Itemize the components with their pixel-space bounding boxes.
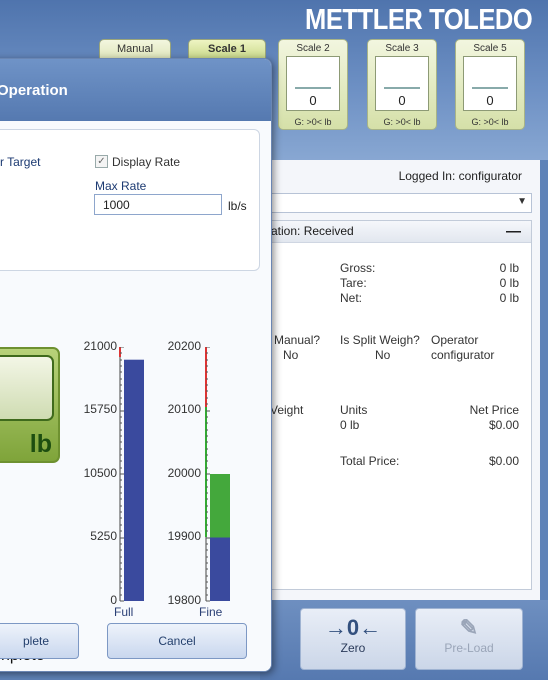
net-label: Net: — [340, 291, 363, 305]
split-weigh-value: No — [375, 348, 391, 362]
max-rate-label: Max Rate — [95, 179, 147, 193]
dropdown-arrow-icon: ▼ — [517, 196, 527, 207]
net-price-label: Net Price — [469, 403, 519, 417]
scale-screen: 0 — [463, 56, 517, 111]
scale-value: 0 — [398, 93, 406, 108]
units-label: Units — [340, 403, 368, 417]
scale-card-2[interactable]: Scale 2 0 G: >0< lb — [278, 39, 348, 130]
gauge-tick: 20100 — [167, 402, 201, 416]
tare-value: 0 lb — [499, 276, 519, 290]
max-rate-input[interactable] — [94, 194, 222, 215]
manual-label: Manual? — [274, 333, 321, 347]
bottom-toolbar: →0← Zero ✎ Pre-Load — [260, 600, 548, 680]
manual-value: No — [283, 348, 299, 362]
weight-display: lb — [0, 347, 60, 463]
operator-label: Operator — [431, 333, 479, 347]
display-rate-label: Display Rate — [112, 155, 181, 169]
gross-label: Gross: — [340, 261, 376, 275]
rate-unit-label: lb/s — [228, 199, 247, 213]
transaction-panel: Logged In: configurator ▼ ation: Receive… — [260, 160, 540, 600]
tare-label: Tare: — [340, 276, 367, 290]
scale-footer: G: >0< lb — [471, 117, 509, 127]
transaction-select[interactable]: ▼ — [260, 193, 532, 213]
scale-bar — [295, 87, 331, 89]
gauge-tick: 19800 — [167, 593, 201, 607]
dialog-body: r Target ✓ Display Rate Max Rate lb/s lb… — [0, 121, 271, 671]
full-gauge-fill — [124, 359, 144, 601]
net-value: 0 lb — [499, 291, 519, 305]
full-gauge-bar — [119, 347, 144, 602]
brand-logo: METTLER TOLEDO — [305, 4, 533, 36]
target-label: r Target — [0, 155, 41, 169]
gauge-tick: 5250 — [90, 529, 117, 543]
gauge-tick: 21000 — [83, 339, 117, 353]
total-price-label: Total Price: — [340, 454, 400, 468]
complete-button[interactable]: plete — [0, 623, 79, 659]
gauge-tick: 0 — [110, 593, 117, 607]
logged-in-label: Logged In: configurator — [398, 169, 522, 183]
scale-screen: 0 — [375, 56, 429, 111]
scale-footer: G: >0< lb — [383, 117, 421, 127]
info-header: ation: Received — — [261, 221, 531, 243]
full-gauge-label: Full — [114, 605, 134, 619]
preload-button-label: Pre-Load — [444, 641, 494, 655]
cancel-button[interactable]: Cancel — [107, 623, 247, 659]
fine-gauge-label: Fine — [199, 605, 223, 619]
scale-name: Scale 3 — [385, 43, 419, 54]
operation-dialog: Operation r Target ✓ Display Rate Max Ra… — [0, 58, 272, 672]
scale-card-3[interactable]: Scale 3 0 G: >0< lb — [367, 39, 437, 130]
scale-name: Scale 5 — [473, 43, 507, 54]
fine-gauge-bar — [205, 347, 230, 602]
clipboard-check-icon: ✎ — [459, 615, 479, 640]
scale-card-5[interactable]: Scale 5 0 G: >0< lb — [455, 39, 525, 130]
fine-gauge-fill-blue — [210, 537, 230, 601]
scale-bar — [384, 87, 420, 89]
weight-unit-label: lb — [29, 430, 52, 458]
scale-value: 0 — [309, 93, 317, 108]
total-price-value: $0.00 — [488, 454, 519, 468]
rate-settings-box: r Target ✓ Display Rate Max Rate lb/s — [0, 129, 260, 271]
fine-gauge: 20200 20100 20000 19900 19800 Fine — [168, 339, 261, 632]
weight-label: Veight — [270, 403, 304, 417]
zero-icon: →0← — [324, 615, 382, 640]
scale-bar — [472, 87, 508, 89]
gauge-tick: 20200 — [167, 339, 201, 353]
gauge-tick: 19900 — [167, 529, 201, 543]
scale-screen: 0 — [286, 56, 340, 111]
fine-gauge-fill-green — [210, 474, 230, 538]
scale-value: 0 — [486, 93, 494, 108]
scale-footer: G: >0< lb — [294, 117, 332, 127]
preload-button[interactable]: ✎ Pre-Load — [415, 608, 523, 670]
weight-display-screen — [0, 355, 54, 421]
gauge-tick: 20000 — [167, 466, 201, 480]
net-price-value: $0.00 — [488, 418, 519, 432]
dialog-title: Operation — [0, 59, 271, 121]
zero-button-label: Zero — [340, 641, 366, 655]
units-value: 0 lb — [340, 418, 360, 432]
gross-value: 0 lb — [499, 261, 519, 275]
full-gauge: 21000 15750 10500 5250 0 Full — [69, 339, 159, 632]
operator-value: configurator — [431, 348, 495, 362]
tab-scale-1[interactable]: Scale 1 — [188, 39, 266, 59]
tab-manual[interactable]: Manual — [99, 39, 171, 59]
scale-name: Scale 2 — [296, 43, 330, 54]
gauge-tick: 15750 — [83, 402, 117, 416]
split-weigh-label: Is Split Weigh? — [340, 333, 420, 347]
transaction-info-box: ation: Received — Gross: 0 lb Tare: 0 lb… — [260, 220, 532, 590]
collapse-icon[interactable]: — — [506, 221, 521, 242]
display-rate-checkbox[interactable]: ✓ — [95, 155, 108, 168]
gauge-tick: 10500 — [83, 466, 117, 480]
zero-button[interactable]: →0← Zero — [300, 608, 406, 670]
info-header-label: ation: Received — [271, 224, 354, 238]
